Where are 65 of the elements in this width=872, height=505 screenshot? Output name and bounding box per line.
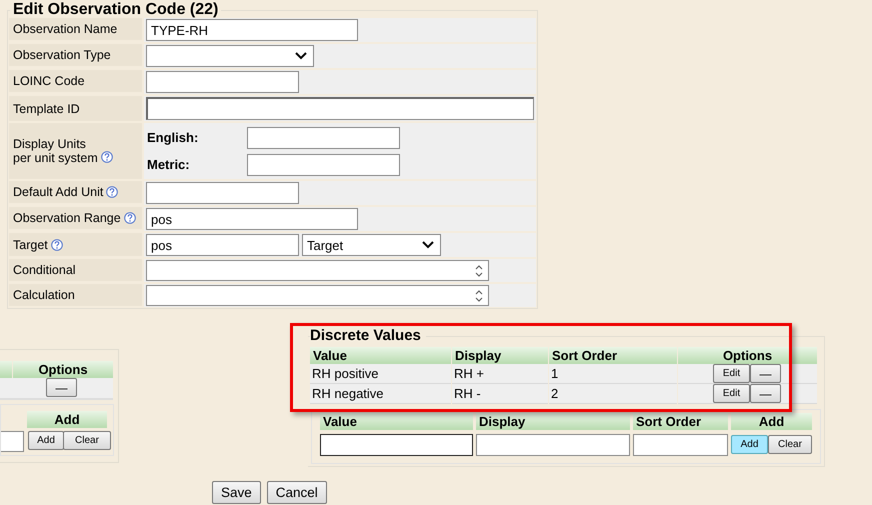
save-button[interactable]: Save <box>212 481 261 504</box>
column-header: Value <box>320 413 473 430</box>
table-cell: RH negative <box>310 384 451 404</box>
remove-button[interactable]: — <box>46 378 77 397</box>
text-field[interactable] <box>247 154 400 176</box>
column-header: Display <box>476 413 630 430</box>
remove-button[interactable]: — <box>750 364 781 383</box>
scroll-arrows-icon[interactable] <box>475 288 483 302</box>
column-header: Sort Order <box>549 347 677 364</box>
column-header: Add <box>731 413 812 430</box>
text-field[interactable]: pos <box>146 208 358 230</box>
edit-button[interactable]: Edit <box>713 384 750 403</box>
dropdown[interactable]: Target <box>302 234 441 256</box>
scroll-arrows-icon[interactable] <box>475 264 483 278</box>
form-title: Edit Observation Code (22) <box>12 0 220 20</box>
table-cell: RH + <box>452 364 548 384</box>
column-header <box>0 361 12 378</box>
text-field[interactable]: TYPE-RH <box>146 19 358 41</box>
text-field[interactable] <box>476 434 630 456</box>
field-label: Conditional <box>13 263 76 277</box>
help-icon[interactable] <box>100 151 113 163</box>
text-field[interactable] <box>247 126 400 148</box>
table-cell: RH positive <box>310 364 451 384</box>
column-header: Add <box>27 411 107 428</box>
field-label: LOINC Code <box>13 74 85 88</box>
add-button[interactable]: Add <box>731 435 768 454</box>
field-label: Observation Name <box>13 22 118 36</box>
text-field[interactable] <box>146 71 299 93</box>
table-cell: RH - <box>452 384 548 404</box>
add-button[interactable]: Add <box>28 431 64 450</box>
field-label: Target <box>13 238 48 252</box>
unit-label: Metric: <box>147 157 191 172</box>
field-label: Template ID <box>13 102 80 116</box>
section-title: Discrete Values <box>310 327 422 345</box>
text-field[interactable] <box>633 434 728 456</box>
help-icon[interactable] <box>124 212 136 224</box>
field-label: Observation Range <box>13 211 121 225</box>
text-field[interactable] <box>1 431 24 452</box>
edit-button[interactable]: Edit <box>713 364 750 383</box>
table-cell: 1 <box>549 364 677 384</box>
text-area[interactable] <box>146 285 489 306</box>
text-field[interactable]: pos <box>146 234 299 256</box>
remove-button[interactable]: — <box>750 384 781 403</box>
column-header: Options <box>13 361 113 378</box>
clear-button[interactable]: Clear <box>63 431 111 450</box>
unit-label: English: <box>147 130 200 145</box>
text-area[interactable] <box>146 260 489 281</box>
column-header: Options <box>678 347 817 364</box>
column-header: Sort Order <box>633 413 728 430</box>
help-icon[interactable] <box>106 186 118 198</box>
field-label: Default Add Unit <box>13 185 104 199</box>
text-field[interactable] <box>146 97 534 120</box>
column-header: Display <box>452 347 548 364</box>
text-field[interactable] <box>146 182 299 204</box>
field-label: Calculation <box>13 288 75 302</box>
help-icon[interactable] <box>50 238 63 250</box>
field-label: Display Units <box>13 137 86 151</box>
text-field[interactable] <box>320 434 473 456</box>
clear-button[interactable]: Clear <box>768 435 812 454</box>
table-cell: 2 <box>549 384 677 404</box>
dropdown[interactable] <box>146 45 314 67</box>
column-header: Value <box>310 347 451 364</box>
field-label: Observation Type <box>13 48 111 62</box>
cancel-button[interactable]: Cancel <box>266 481 327 504</box>
field-label: per unit system <box>13 151 98 165</box>
